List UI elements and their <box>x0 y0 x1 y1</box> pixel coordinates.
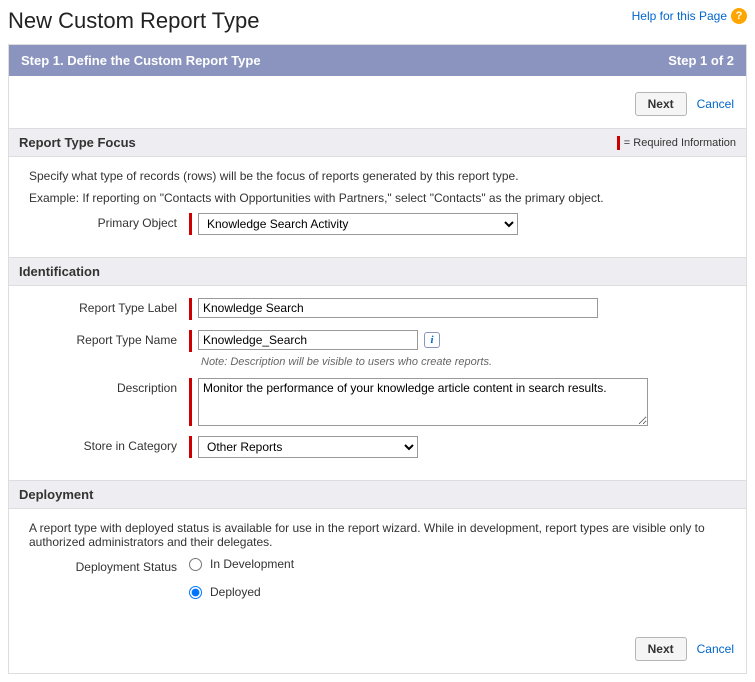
step-title: Step 1. Define the Custom Report Type <box>21 53 261 68</box>
required-legend: = Required Information <box>617 136 736 150</box>
help-icon: ? <box>731 8 747 24</box>
deployment-dev-label[interactable]: In Development <box>210 557 294 571</box>
primary-object-select[interactable]: Knowledge Search Activity <box>198 213 518 235</box>
required-legend-text: = Required Information <box>624 137 736 149</box>
cancel-link[interactable]: Cancel <box>697 97 734 111</box>
report-type-label-label: Report Type Label <box>29 298 189 315</box>
next-button[interactable]: Next <box>635 637 687 661</box>
help-link-text: Help for this Page <box>632 9 727 23</box>
section-header-focus: Report Type Focus = Required Information <box>9 128 746 157</box>
deployment-status-label: Deployment Status <box>29 557 189 574</box>
section-header-identification: Identification <box>9 257 746 286</box>
identification-heading: Identification <box>19 264 100 279</box>
deployment-deployed-label[interactable]: Deployed <box>210 585 261 599</box>
store-category-label: Store in Category <box>29 436 189 453</box>
required-marker <box>189 213 192 235</box>
description-textarea[interactable] <box>198 378 648 426</box>
button-row-bottom: Next Cancel <box>9 629 746 673</box>
focus-intro: Specify what type of records (rows) will… <box>29 169 726 183</box>
button-row-top: Next Cancel <box>9 84 746 128</box>
deployment-dev-radio[interactable] <box>189 558 202 571</box>
deployment-deployed-radio[interactable] <box>189 586 202 599</box>
required-marker <box>189 330 192 352</box>
description-note: Note: Description will be visible to use… <box>201 356 726 368</box>
report-type-label-input[interactable] <box>198 298 598 318</box>
required-bar-icon <box>617 136 620 150</box>
focus-heading: Report Type Focus <box>19 135 136 150</box>
required-marker <box>189 378 192 426</box>
store-category-select[interactable]: Other Reports <box>198 436 418 458</box>
page-title: New Custom Report Type <box>8 8 259 34</box>
info-icon[interactable]: i <box>424 332 440 348</box>
next-button[interactable]: Next <box>635 92 687 116</box>
help-link[interactable]: Help for this Page ? <box>632 8 747 24</box>
description-label: Description <box>29 378 189 395</box>
step-count: Step 1 of 2 <box>668 53 734 68</box>
primary-object-label: Primary Object <box>29 213 189 230</box>
required-marker <box>189 436 192 458</box>
deployment-intro: A report type with deployed status is av… <box>29 521 726 549</box>
section-header-deployment: Deployment <box>9 480 746 509</box>
cancel-link[interactable]: Cancel <box>697 642 734 656</box>
report-type-name-label: Report Type Name <box>29 330 189 347</box>
required-marker <box>189 298 192 320</box>
deployment-heading: Deployment <box>19 487 93 502</box>
focus-example: Example: If reporting on "Contacts with … <box>29 191 726 205</box>
step-bar: Step 1. Define the Custom Report Type St… <box>9 45 746 76</box>
report-type-name-input[interactable] <box>198 330 418 350</box>
